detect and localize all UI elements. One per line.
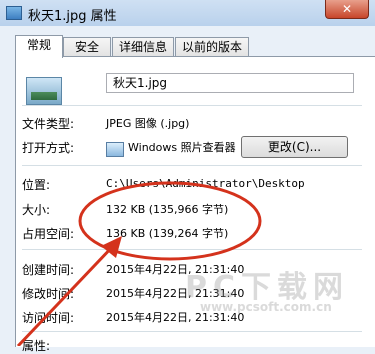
photo-viewer-icon bbox=[106, 142, 124, 157]
file-name-input[interactable]: 秋天1.jpg bbox=[106, 73, 354, 93]
created-label: 创建时间: bbox=[22, 263, 75, 277]
divider bbox=[22, 331, 362, 332]
change-button[interactable]: 更改(C)... bbox=[241, 136, 348, 158]
open-with-label: 打开方式: bbox=[22, 141, 75, 155]
close-button[interactable]: ✕ bbox=[325, 0, 369, 19]
file-type-value: JPEG 图像 (.jpg) bbox=[106, 117, 190, 130]
file-type-label: 文件类型: bbox=[22, 117, 75, 131]
disk-size-value: 136 KB (139,264 字节) bbox=[106, 227, 229, 240]
image-file-icon bbox=[6, 6, 22, 20]
disk-size-label: 占用空间: bbox=[22, 227, 75, 241]
image-thumbnail-icon bbox=[26, 77, 62, 105]
divider bbox=[22, 165, 362, 166]
accessed-label: 访问时间: bbox=[22, 311, 75, 325]
location-value: C:\Users\Administrator\Desktop bbox=[106, 177, 305, 190]
tab-previous-versions[interactable]: 以前的版本 bbox=[175, 37, 249, 56]
tab-general[interactable]: 常规 bbox=[15, 35, 63, 58]
location-label: 位置: bbox=[22, 178, 51, 192]
tab-details[interactable]: 详细信息 bbox=[112, 37, 174, 56]
modified-label: 修改时间: bbox=[22, 287, 75, 301]
open-with-value: Windows 照片查看器 bbox=[128, 141, 236, 154]
divider bbox=[22, 249, 362, 250]
watermark-url: www.pcsoft.com.cn bbox=[200, 300, 332, 314]
size-value: 132 KB (135,966 字节) bbox=[106, 203, 229, 216]
divider bbox=[22, 105, 362, 106]
window-title: 秋天1.jpg 属性 bbox=[28, 9, 117, 24]
title-bar: 秋天1.jpg 属性 ✕ bbox=[0, 0, 375, 26]
tab-security[interactable]: 安全 bbox=[63, 37, 111, 56]
size-label: 大小: bbox=[22, 203, 51, 217]
